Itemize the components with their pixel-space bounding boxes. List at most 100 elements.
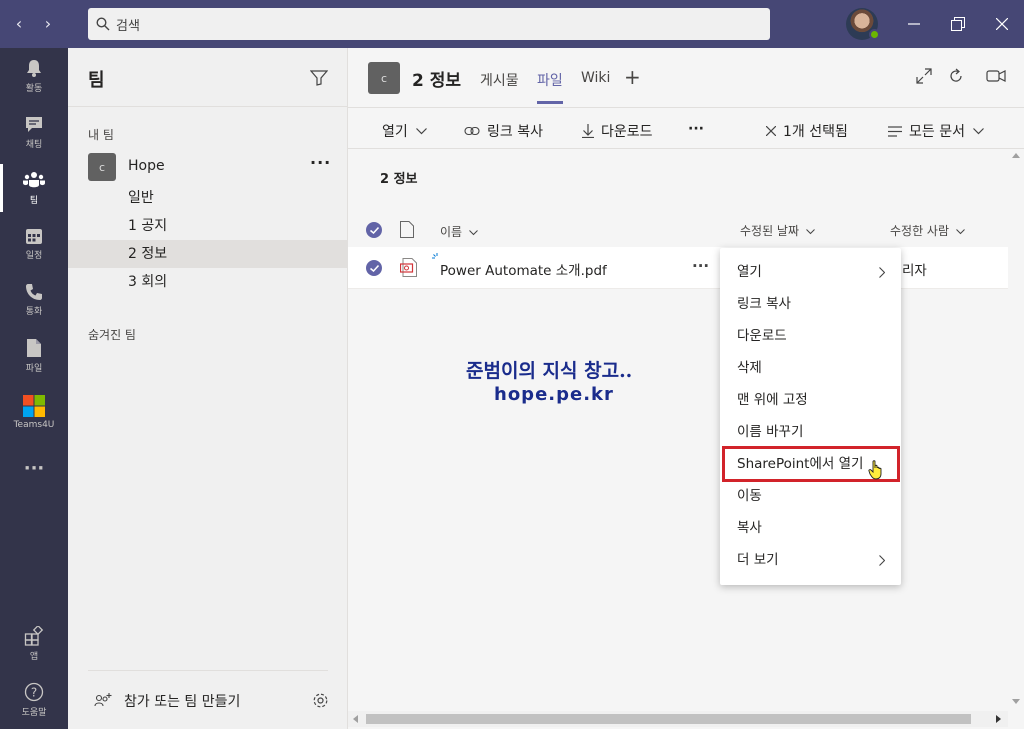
select-all-checkbox[interactable] (366, 222, 382, 238)
breadcrumb: 2 정보 (380, 172, 418, 187)
rail-item-files[interactable]: 파일 (0, 328, 68, 384)
more-commands-button[interactable]: ··· (688, 121, 704, 137)
search-icon (96, 17, 110, 31)
menu-item-copy[interactable]: 복사 (720, 512, 901, 544)
restore-icon (951, 17, 965, 31)
row-more-options-button[interactable]: ··· (692, 257, 709, 275)
rail-item-apps[interactable]: 앱 (0, 616, 68, 672)
minimize-button[interactable] (902, 12, 926, 36)
tab-wiki[interactable]: Wiki (581, 70, 610, 86)
apps-icon (24, 626, 44, 646)
scrollbar-thumb[interactable] (366, 714, 971, 724)
channel-title: 2 정보 (412, 71, 462, 91)
chevron-down-icon (973, 127, 984, 134)
column-header-modified[interactable]: 수정된 날짜 (740, 222, 815, 239)
column-header-name[interactable]: 이름 (440, 223, 478, 240)
view-label: 모든 문서 (909, 124, 965, 140)
scroll-right-icon[interactable] (996, 715, 1001, 723)
download-button[interactable]: 다운로드 (582, 121, 653, 141)
rail-label: 일정 (25, 251, 43, 261)
rail-label: 도움말 (21, 708, 47, 718)
horizontal-scrollbar[interactable] (348, 711, 1008, 727)
close-icon (766, 126, 776, 136)
rail-item-help[interactable]: ? 도움말 (0, 672, 68, 728)
menu-item-open[interactable]: 열기 (720, 256, 901, 288)
tab-posts[interactable]: 게시물 (480, 70, 519, 90)
chevron-right-icon (879, 267, 885, 278)
tab-files[interactable]: 파일 (537, 70, 563, 104)
rail-item-calls[interactable]: 통화 (0, 272, 68, 328)
watermark-title: 준범이의 지식 창고.. (466, 360, 633, 382)
svg-text:?: ? (31, 686, 37, 700)
pdf-icon (400, 258, 417, 277)
rail-item-teams4u[interactable]: Teams4U (0, 384, 68, 440)
channel-general[interactable]: 일반 (68, 184, 348, 212)
row-checkbox[interactable] (366, 260, 382, 276)
join-label: 참가 또는 팀 만들기 (124, 694, 241, 710)
hidden-teams-label[interactable]: 숨겨진 팀 (88, 326, 136, 343)
file-name-link[interactable]: Power Automate 소개.pdf (440, 259, 607, 279)
vertical-scrollbar[interactable] (1008, 149, 1024, 711)
copy-link-label: 링크 복사 (487, 124, 543, 140)
menu-item-pin-to-top[interactable]: 맨 위에 고정 (720, 384, 901, 416)
team-more-options-button[interactable]: ··· (310, 153, 331, 172)
column-header-modified-by[interactable]: 수정한 사람 (890, 222, 965, 239)
rail-item-teams[interactable]: 팀 (0, 160, 68, 216)
rail-item-more-apps[interactable]: ··· (0, 440, 68, 496)
chevron-right-icon (879, 555, 885, 566)
open-dropdown-button[interactable]: 열기 (382, 121, 427, 141)
panel-title: 팀 (88, 70, 105, 91)
table-row[interactable]: Power Automate 소개.pdf ··· 리자 (348, 247, 1008, 289)
scroll-down-icon[interactable] (1012, 699, 1020, 704)
add-tab-button[interactable]: + (624, 65, 641, 89)
menu-item-move[interactable]: 이동 (720, 480, 901, 512)
watermark-url: hope.pe.kr (494, 384, 614, 405)
meet-now-icon[interactable] (986, 68, 1006, 84)
menu-item-delete[interactable]: 삭제 (720, 352, 901, 384)
filter-icon[interactable] (310, 70, 328, 86)
bell-icon (27, 60, 41, 77)
list-view-icon (888, 125, 902, 137)
menu-item-copy-link[interactable]: 링크 복사 (720, 288, 901, 320)
channel-meeting[interactable]: 3 회의 (68, 268, 348, 296)
rail-label: Teams4U (13, 419, 55, 430)
back-button[interactable]: ‹ (9, 14, 29, 33)
channel-notice[interactable]: 1 공지 (68, 212, 348, 240)
column-modified-label: 수정된 날짜 (740, 224, 800, 238)
forward-button[interactable]: › (38, 14, 58, 33)
channel-info[interactable]: 2 정보 (68, 240, 348, 268)
expand-icon[interactable] (916, 68, 932, 84)
menu-item-more[interactable]: 더 보기 (720, 544, 901, 576)
rail-item-chat[interactable]: 채팅 (0, 104, 68, 160)
chat-icon (26, 117, 42, 132)
rail-item-calendar[interactable]: 일정 (0, 216, 68, 272)
close-button[interactable] (990, 12, 1014, 36)
menu-item-download[interactable]: 다운로드 (720, 320, 901, 352)
chevron-down-icon (805, 229, 815, 235)
gear-icon[interactable] (312, 692, 329, 709)
calendar-icon (26, 229, 42, 244)
my-teams-label: 내 팀 (88, 128, 114, 142)
restore-button[interactable] (946, 12, 970, 36)
column-modified-by-label: 수정한 사람 (890, 224, 950, 238)
join-or-create-team-button[interactable]: 참가 또는 팀 만들기 (94, 691, 240, 711)
view-switcher-button[interactable]: 모든 문서 (888, 121, 984, 141)
rail-label: 통화 (25, 307, 43, 317)
add-team-icon (94, 693, 112, 707)
menu-item-open-in-sharepoint[interactable]: SharePoint에서 열기 (722, 446, 900, 482)
menu-item-rename[interactable]: 이름 바꾸기 (720, 416, 901, 448)
refresh-icon[interactable] (948, 68, 964, 84)
search-placeholder: 검색 (116, 18, 140, 34)
scroll-left-icon[interactable] (353, 715, 358, 723)
more-apps-icon: ··· (23, 457, 45, 479)
divider (68, 106, 348, 107)
search-input[interactable]: 검색 (88, 8, 770, 40)
clear-selection-button[interactable]: 1개 선택됨 (766, 121, 848, 141)
team-item-hope[interactable]: c Hope ··· (68, 151, 348, 183)
team-avatar: c (88, 153, 116, 181)
rail-label: 활동 (25, 84, 43, 94)
copy-link-button[interactable]: 링크 복사 (464, 121, 543, 141)
scroll-up-icon[interactable] (1012, 153, 1020, 158)
rail-item-activity[interactable]: 활동 (0, 48, 68, 104)
hand-cursor-icon (868, 460, 882, 480)
